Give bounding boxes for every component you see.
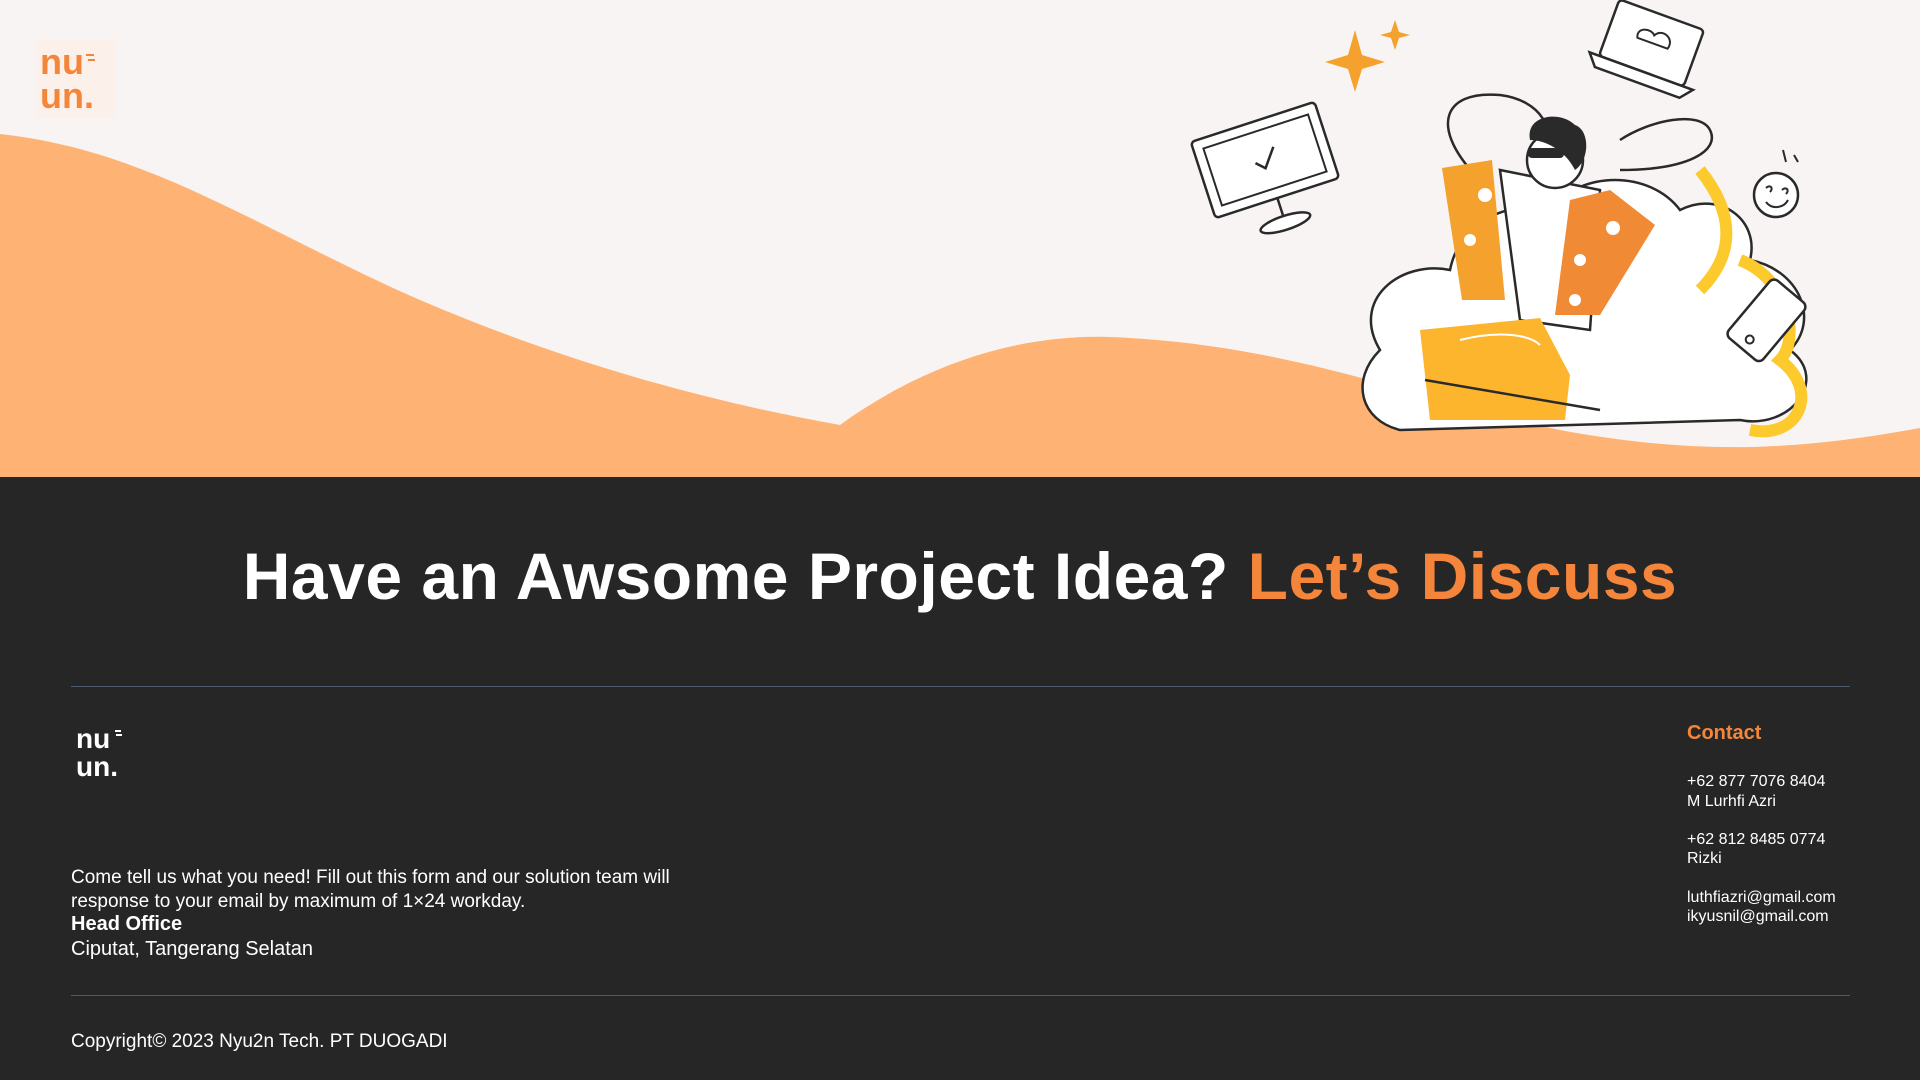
head-office-address: Ciputat, Tangerang Selatan: [71, 938, 314, 960]
headline-accent-link[interactable]: Let’s Discuss: [1248, 539, 1678, 613]
brand-logo-footer[interactable]: nu un.: [74, 722, 138, 782]
contact-name-2: Rizki: [1687, 850, 1722, 867]
contact-name-1: M Lurhfi Azri: [1687, 793, 1776, 810]
hero-section: nu un.: [0, 0, 1920, 478]
logo-bottom-line: un.: [40, 75, 94, 116]
brand-logo-top[interactable]: nu un.: [36, 40, 116, 118]
contact-email-1[interactable]: luthfiazri@gmail.com: [1687, 889, 1836, 907]
head-office-label: Head Office: [71, 913, 183, 935]
headline-main: Have an Awsome Project Idea?: [242, 539, 1229, 613]
footer-divider-top: [71, 686, 1850, 687]
footer-divider-bottom: [71, 995, 1850, 996]
copyright-text: Copyright© 2023 Nyu2n Tech. PT DUOGADI: [71, 1031, 448, 1052]
contact-phone-2[interactable]: +62 812 8485 0774: [1687, 831, 1825, 849]
logo-footer-bottom-line: un.: [76, 751, 118, 782]
page-title: Have an Awsome Project Idea? Let’s Discu…: [0, 538, 1920, 614]
relaxing-person-illustration: [1190, 0, 1808, 438]
footer-description: Come tell us what you need! Fill out thi…: [71, 867, 670, 912]
contact-email-2[interactable]: ikyusnil@gmail.com: [1687, 908, 1829, 926]
logo-footer-top-line: nu: [76, 723, 110, 754]
contact-title: Contact: [1687, 722, 1762, 744]
contact-phone-1[interactable]: +62 877 7076 8404: [1687, 773, 1825, 791]
